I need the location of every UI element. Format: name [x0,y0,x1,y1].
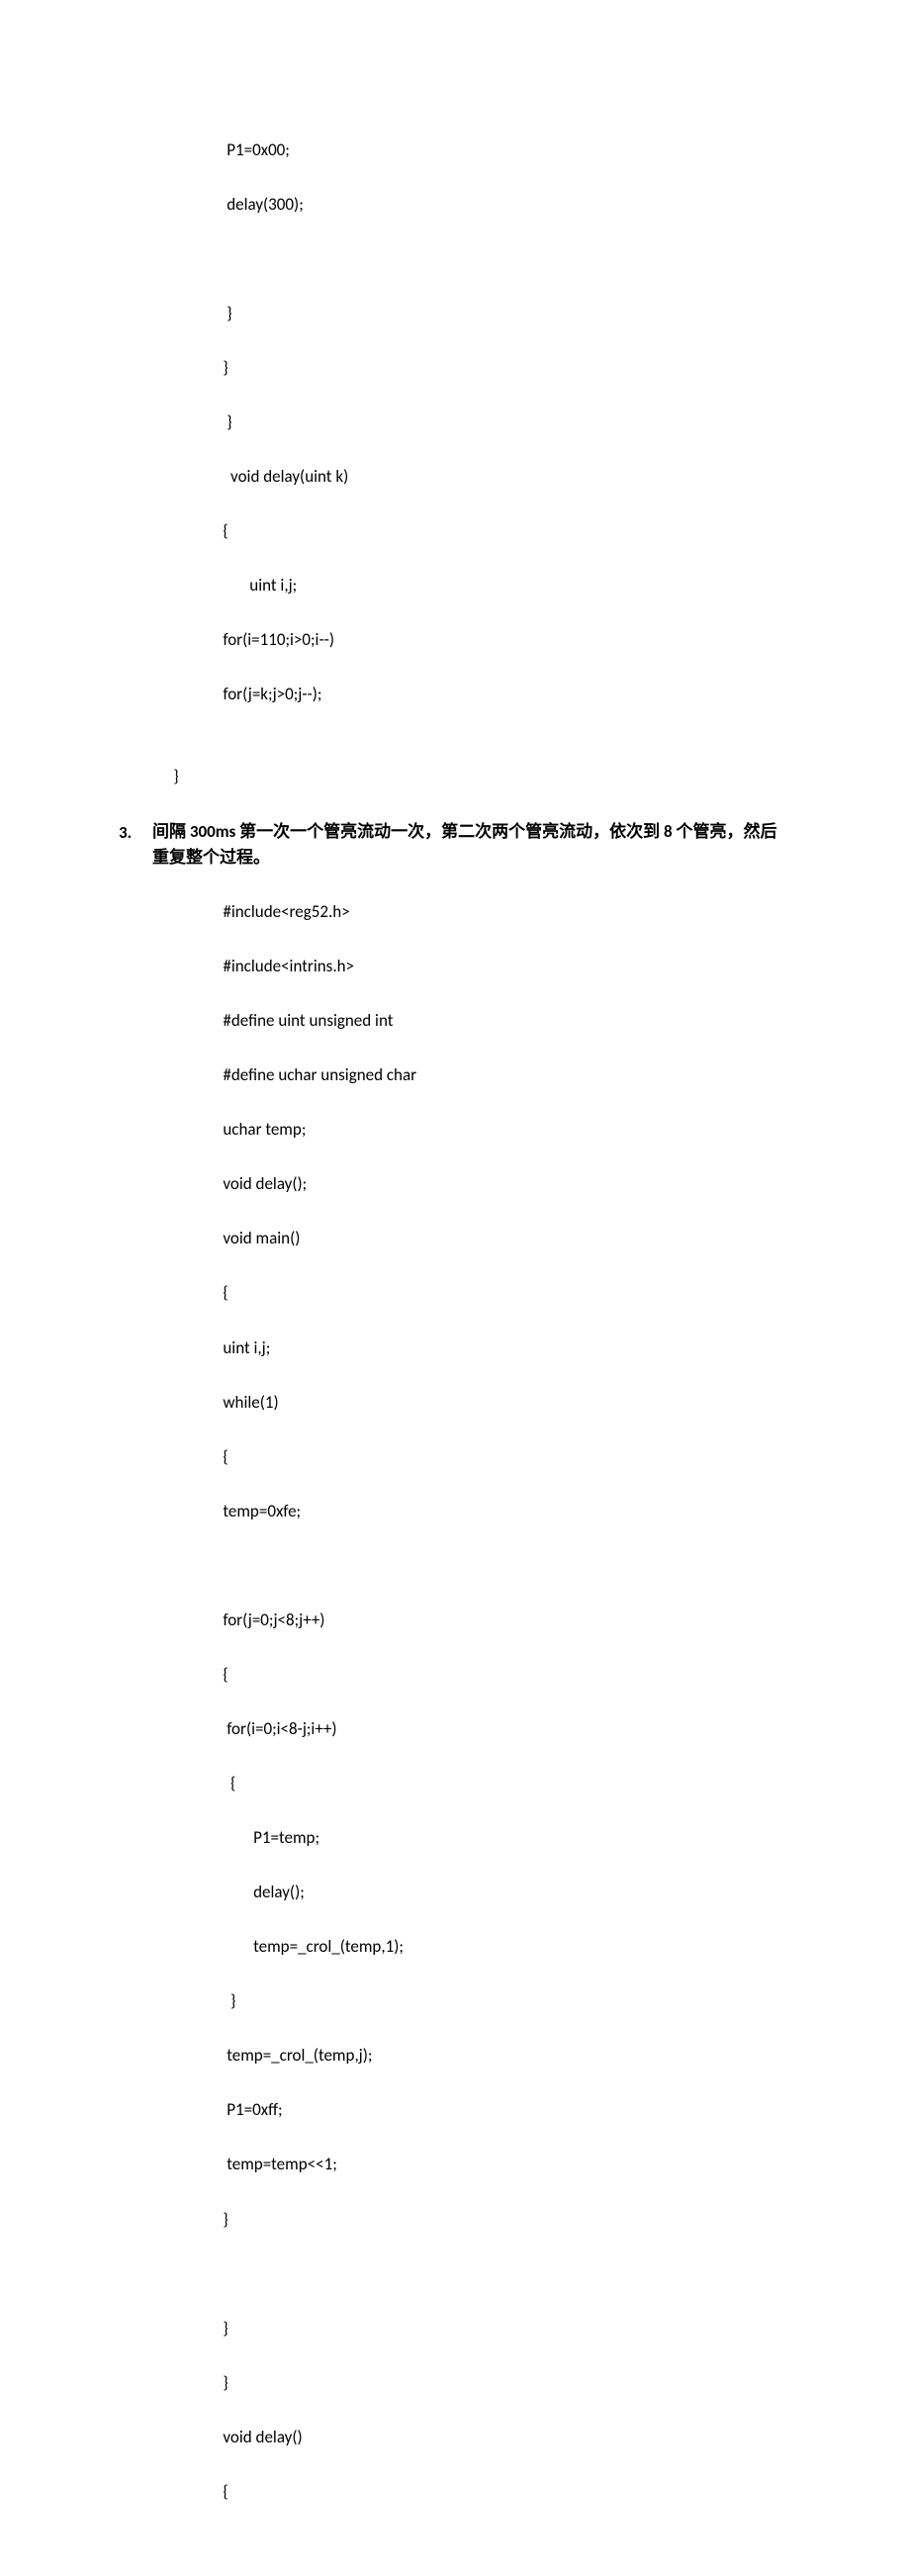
code-line: P1=0xff; [223,2099,282,2120]
code-line: { [223,1446,228,1467]
code-line: while(1) [223,1392,278,1413]
code-line: { [223,1664,228,1685]
code-line: { [223,1773,235,1794]
code-line: temp=_crol_(temp,j); [223,2045,372,2066]
code-line: temp=_crol_(temp,1); [223,1936,404,1957]
code-line: for(i=0;i<8-j;i++) [223,1718,336,1739]
code-line: { [223,2481,228,2502]
code-block-1-close: } [119,735,791,817]
code-line: } [223,303,231,323]
code-line: for(j=0;j<8;j++) [223,1610,324,1630]
list-item-3: 3. 间隔 300ms 第一次一个管亮流动一次，第二次两个管亮流动，依次到 8 … [119,819,791,872]
code-line: P1=temp; [223,1827,319,1848]
code-line: } [223,2209,228,2230]
code-line: uchar temp; [223,1119,306,1140]
code-line: temp=temp<<1; [223,2154,336,2174]
code-line: void delay(uint k) [223,466,348,487]
code-line: #include<intrins.h> [223,956,354,976]
list-item-text: 间隔 300ms 第一次一个管亮流动一次，第二次两个管亮流动，依次到 8 个管亮… [152,819,791,872]
code-line: for(i=110;i>0;i--) [223,629,334,650]
code-line: #include<reg52.h> [223,901,349,922]
code-line: } [223,357,228,378]
code-line: } [223,2372,228,2393]
code-line: #define uint unsigned int [223,1010,393,1031]
code-line: delay(); [223,1882,304,1902]
list-number: 3. [119,819,152,847]
code-line: #define uchar unsigned char [223,1064,416,1085]
code-line: void main() [223,1228,300,1248]
code-line: } [173,766,178,786]
code-line: void delay(); [223,1173,307,1194]
code-line: uint i,j; [223,1337,270,1358]
code-line: } [223,412,231,432]
code-line: { [223,520,228,541]
code-line: delay(300); [223,194,303,215]
code-line: } [223,1990,235,2011]
code-block-1: P1=0x00; delay(300); } } } void delay(ui… [119,109,791,735]
code-block-2: #include<reg52.h> #include<intrins.h> #d… [119,872,791,2532]
code-line: P1=0x00; [223,139,289,160]
code-line: } [223,2318,228,2339]
code-line: temp=0xfe; [223,1501,301,1521]
document-page: P1=0x00; delay(300); } } } void delay(ui… [0,0,910,2576]
code-line: uint i,j; [223,575,297,596]
code-line: for(j=k;j>0;j--); [223,684,321,704]
code-line: { [223,1282,228,1303]
code-line: void delay() [223,2427,302,2447]
